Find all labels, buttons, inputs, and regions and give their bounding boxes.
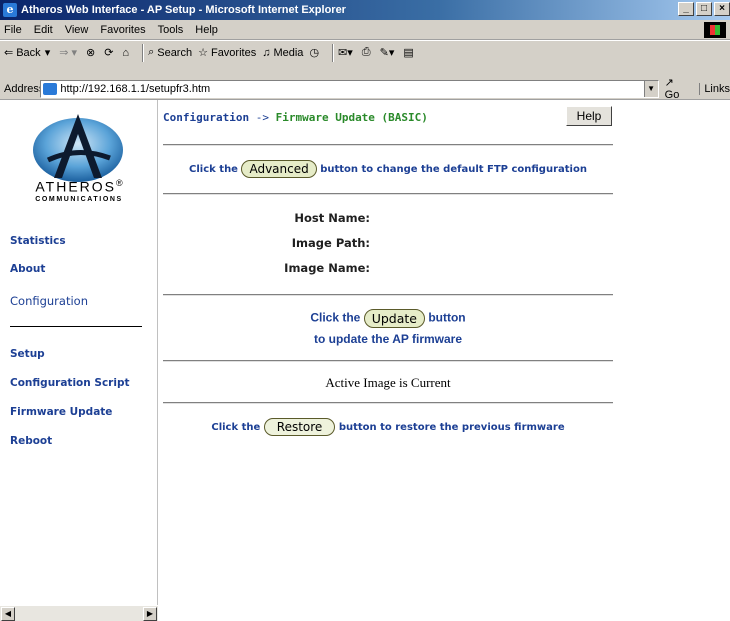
image-name-label: Image Name: — [284, 261, 370, 275]
brand-subtitle: COMMUNICATIONS — [35, 196, 123, 203]
address-input[interactable]: http://192.168.1.1/setupfr3.htm ▼ — [40, 79, 659, 98]
divider — [163, 402, 613, 404]
menu-edit[interactable]: Edit — [34, 24, 53, 36]
breadcrumb: Configuration -> Firmware Update (BASIC) — [163, 111, 428, 124]
help-button[interactable]: Help — [566, 106, 612, 126]
image-path-label: Image Path: — [291, 236, 370, 250]
chevron-down-icon[interactable]: ▼ — [643, 80, 658, 97]
sidebar-item-reboot[interactable]: Reboot — [10, 435, 52, 447]
window-titlebar: e Atheros Web Interface - AP Setup - Mic… — [0, 0, 730, 20]
forward-arrow-icon: ⇒ — [59, 47, 69, 59]
go-button[interactable]: ↗ Go — [665, 76, 692, 101]
print-button[interactable]: ⎙ — [362, 46, 374, 59]
page-title: Firmware Update (BASIC) — [275, 111, 428, 124]
links-button[interactable]: Links — [699, 82, 730, 95]
edit-icon: ✎▾ — [379, 47, 395, 59]
atheros-logo-icon — [33, 114, 123, 182]
left-nav-frame: ATHEROS® COMMUNICATIONS Statistics About… — [0, 100, 158, 621]
sidebar-item-setup[interactable]: Setup — [10, 348, 45, 360]
divider — [163, 294, 613, 296]
discuss-button[interactable]: ▤ — [403, 46, 416, 59]
refresh-icon: ⟳ — [104, 47, 114, 59]
sidebar-item-configuration[interactable]: Configuration — [10, 294, 88, 308]
print-icon: ⎙ — [361, 46, 371, 58]
toolbar-separator — [332, 43, 335, 62]
stop-icon: ⊗ — [85, 47, 96, 59]
main-frame: Configuration -> Firmware Update (BASIC)… — [160, 100, 730, 621]
toolbar-band — [0, 64, 730, 78]
search-button[interactable]: ⌕ Search — [148, 46, 192, 59]
discuss-icon: ▤ — [403, 47, 414, 59]
scroll-left-icon[interactable]: ◀ — [1, 607, 15, 621]
mail-button[interactable]: ✉▾ — [338, 46, 356, 59]
divider — [163, 360, 613, 362]
update-instruction: Click the Update button — [310, 309, 466, 328]
mail-icon: ✉▾ — [338, 47, 353, 59]
go-arrow-icon: ↗ — [664, 77, 674, 89]
sidebar-divider — [10, 326, 142, 327]
address-bar: Address http://192.168.1.1/setupfr3.htm … — [0, 76, 730, 101]
favorites-icon: ☆ — [198, 47, 208, 59]
breadcrumb-separator: -> — [255, 111, 269, 124]
chevron-down-icon: ▾ — [71, 47, 77, 59]
menu-file[interactable]: File — [4, 24, 22, 36]
breadcrumb-section: Configuration — [163, 111, 250, 124]
search-icon: ⌕ — [148, 46, 155, 58]
home-button[interactable]: ⌂ — [122, 47, 132, 59]
refresh-button[interactable]: ⟳ — [104, 46, 116, 59]
back-button[interactable]: ⇐ Back ▾ — [4, 46, 53, 60]
menu-bar: File Edit View Favorites Tools Help — [0, 20, 730, 40]
scroll-right-icon[interactable]: ▶ — [143, 607, 157, 621]
window-title: Atheros Web Interface - AP Setup - Micro… — [21, 4, 346, 16]
restore-instruction: Click the Restore button to restore the … — [211, 418, 565, 436]
address-url: http://192.168.1.1/setupfr3.htm — [60, 82, 211, 95]
back-arrow-icon: ⇐ — [4, 47, 14, 59]
chevron-down-icon: ▾ — [44, 47, 51, 59]
menu-view[interactable]: View — [65, 24, 89, 36]
page-icon — [43, 82, 58, 95]
toolbar-separator — [142, 43, 145, 62]
stop-button[interactable]: ⊗ — [86, 46, 98, 59]
windows-logo-icon — [704, 22, 726, 38]
sidebar-item-configuration-script[interactable]: Configuration Script — [10, 377, 130, 389]
minimize-button[interactable]: _ — [678, 2, 694, 16]
window-controls: _ □ × — [676, 2, 730, 16]
maximize-button[interactable]: □ — [696, 2, 712, 16]
divider — [163, 193, 613, 195]
host-name-label: Host Name: — [294, 211, 370, 225]
home-icon: ⌂ — [122, 46, 130, 59]
sidebar-item-firmware-update[interactable]: Firmware Update — [10, 406, 112, 418]
page-viewport: ATHEROS® COMMUNICATIONS Statistics About… — [0, 100, 730, 621]
media-button[interactable]: ♫ Media — [262, 47, 303, 59]
sidebar-item-statistics[interactable]: Statistics — [10, 235, 66, 247]
history-button[interactable]: ◷ — [309, 46, 322, 59]
update-button[interactable]: Update — [363, 309, 425, 328]
standard-toolbar: ⇐ Back ▾ ⇒ ▾ ⊗ ⟳ ⌂ ⌕ Search ☆ Favorites … — [0, 41, 730, 65]
internet-explorer-icon: e — [3, 3, 17, 17]
image-status: Active Image is Current — [325, 375, 451, 390]
menu-favorites[interactable]: Favorites — [100, 24, 145, 36]
restore-button[interactable]: Restore — [263, 418, 336, 436]
horizontal-scrollbar[interactable]: ◀ ▶ — [0, 605, 158, 621]
brand-name: ATHEROS® — [35, 178, 123, 195]
sidebar-item-about[interactable]: About — [10, 263, 45, 275]
advanced-instruction: Click the Advanced button to change the … — [189, 160, 587, 178]
menu-tools[interactable]: Tools — [158, 24, 184, 36]
divider — [163, 144, 613, 146]
menu-help[interactable]: Help — [195, 24, 218, 36]
favorites-button[interactable]: ☆ Favorites — [198, 46, 256, 60]
advanced-button[interactable]: Advanced — [241, 160, 317, 178]
update-instruction-line2: to update the AP firmware — [313, 332, 463, 346]
history-icon: ◷ — [309, 47, 320, 59]
close-button[interactable]: × — [714, 2, 730, 16]
edit-button[interactable]: ✎▾ — [380, 46, 398, 59]
forward-button[interactable]: ⇒ ▾ — [59, 46, 80, 59]
address-label: Address — [4, 82, 45, 95]
media-icon: ♫ — [262, 46, 271, 59]
